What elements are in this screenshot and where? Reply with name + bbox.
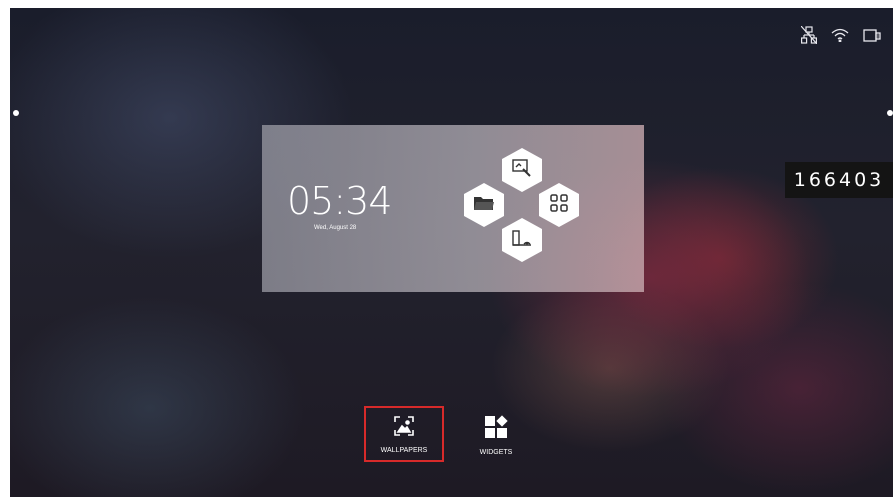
- wifi-icon[interactable]: [831, 28, 849, 42]
- folder-icon: [473, 194, 495, 217]
- widgets-button[interactable]: WIDGETS: [456, 406, 536, 462]
- page-indicator-left[interactable]: [13, 110, 19, 116]
- page-indicator-right[interactable]: [887, 110, 893, 116]
- clock-date: Wed, August 28: [314, 225, 357, 231]
- wallpapers-label: WALLPAPERS: [380, 447, 428, 454]
- clock-widget-panel: 05:34 Wed, August 28: [262, 125, 644, 292]
- apps-button[interactable]: [539, 183, 579, 227]
- bottom-dock: WALLPAPERS WIDGETS: [364, 406, 536, 462]
- screen-share-button[interactable]: [502, 218, 542, 262]
- screen-mirror-icon[interactable]: [863, 28, 881, 43]
- widgets-icon: [484, 415, 508, 444]
- status-bar: [801, 26, 881, 44]
- screen-share-icon: [511, 228, 533, 253]
- whiteboard-icon: [511, 157, 533, 184]
- clock-time: 05:34: [287, 179, 393, 223]
- apps-grid-icon: [549, 193, 569, 218]
- widgets-label: WIDGETS: [479, 449, 513, 456]
- wallpapers-button[interactable]: WALLPAPERS: [364, 406, 444, 462]
- file-manager-button[interactable]: [464, 183, 504, 227]
- ethernet-icon[interactable]: [801, 26, 817, 44]
- whiteboard-app-button[interactable]: [502, 148, 542, 192]
- connection-code-badge: 166403: [785, 162, 893, 198]
- wallpaper-icon: [393, 415, 415, 442]
